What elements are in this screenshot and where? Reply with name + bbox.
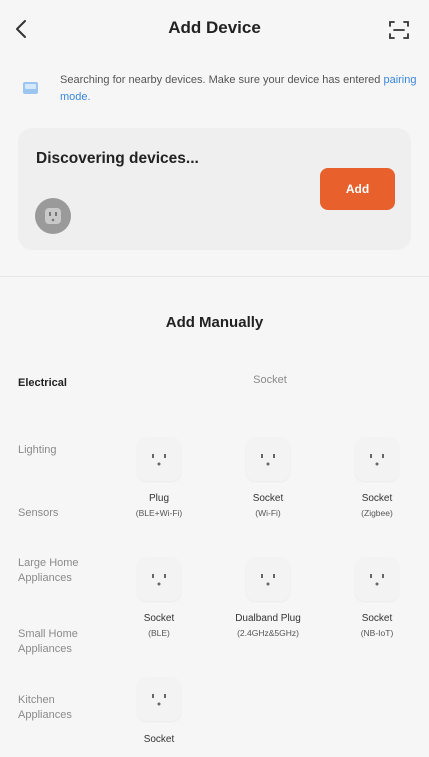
category-sensors[interactable]: Sensors <box>18 506 113 521</box>
socket-icon <box>152 454 166 466</box>
category-small-home-appliances[interactable]: Small Home Appliances <box>18 627 100 657</box>
device-tile-dualband-plug[interactable] <box>246 557 290 601</box>
device-label: Socket <box>109 733 209 747</box>
discovery-title: Discovering devices... <box>36 150 199 167</box>
header: Add Device <box>0 0 429 58</box>
device-tile-socket-nb-iot[interactable] <box>355 557 399 601</box>
category-large-home-appliances[interactable]: Large Home Appliances <box>18 556 98 586</box>
socket-icon <box>152 574 166 586</box>
device-label: Plug (BLE+Wi-Fi) <box>109 492 209 520</box>
socket-icon <box>45 208 61 224</box>
socket-icon <box>261 454 275 466</box>
device-tile-plug-ble-wifi[interactable] <box>137 437 181 481</box>
device-protocol: (BLE+Wi-Fi) <box>135 508 183 518</box>
device-tile-socket-zigbee[interactable] <box>355 437 399 481</box>
add-button[interactable]: Add <box>320 168 395 210</box>
device-name: Socket <box>252 493 284 504</box>
device-label: Socket (NB-IoT) <box>327 612 427 640</box>
device-protocol: (Wi-Fi) <box>255 508 281 518</box>
category-electrical[interactable]: Electrical <box>18 376 113 391</box>
socket-icon <box>370 574 384 586</box>
search-notice: Searching for nearby devices. Make sure … <box>20 70 417 110</box>
category-lighting[interactable]: Lighting <box>18 443 113 458</box>
discovered-device[interactable] <box>35 198 71 234</box>
device-name: Socket <box>361 613 393 624</box>
socket-icon <box>152 694 166 706</box>
device-name: Socket <box>143 734 175 745</box>
device-name: Socket <box>143 613 175 624</box>
page-title: Add Device <box>168 18 261 37</box>
scan-button[interactable] <box>385 16 413 44</box>
device-name: Plug <box>148 493 169 504</box>
category-kitchen-appliances[interactable]: Kitchen Appliances <box>18 693 93 723</box>
discovery-card: Discovering devices... Add <box>18 128 411 250</box>
device-protocol: (Zigbee) <box>361 508 393 518</box>
device-name: Socket <box>361 493 393 504</box>
device-label: Socket (BLE) <box>109 612 209 640</box>
device-tile-socket[interactable] <box>137 677 181 721</box>
divider <box>0 276 429 277</box>
device-protocol: (NB-IoT) <box>360 628 394 638</box>
socket-icon <box>370 454 384 466</box>
device-label: Dualband Plug (2.4GHz&5GHz) <box>218 612 318 640</box>
device-tile-socket-wifi[interactable] <box>246 437 290 481</box>
device-name: Dualband Plug <box>235 613 301 624</box>
add-manually-title: Add Manually <box>165 314 264 331</box>
scan-icon <box>389 21 409 39</box>
socket-icon <box>261 574 275 586</box>
group-title: Socket <box>253 374 287 386</box>
bluetooth-wifi-icon <box>22 80 40 96</box>
notice-text: Searching for nearby devices. Make sure … <box>60 72 420 106</box>
device-label: Socket (Wi-Fi) <box>218 492 318 520</box>
device-tile-socket-ble[interactable] <box>137 557 181 601</box>
device-protocol: (2.4GHz&5GHz) <box>237 628 299 638</box>
notice-message: Searching for nearby devices. Make sure … <box>60 74 381 86</box>
device-protocol: (BLE) <box>148 628 170 638</box>
device-label: Socket (Zigbee) <box>327 492 427 520</box>
